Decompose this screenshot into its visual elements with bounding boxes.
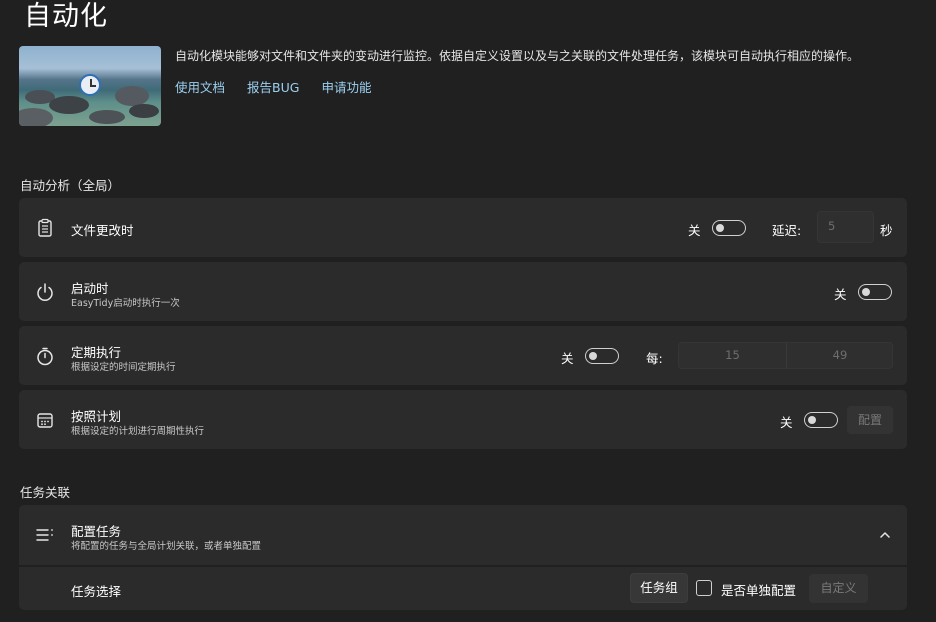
task-select-row: 任务选择 任务组 是否单独配置 自定义 [19,567,907,610]
delay-unit: 秒 [880,223,893,238]
schedule-sub: 根据设定的计划进行周期性执行 [71,426,205,437]
separate-config-checkbox[interactable] [696,580,712,596]
separate-config-label: 是否单独配置 [721,583,797,598]
report-bug-link[interactable]: 报告BUG [247,77,299,96]
schedule-toggle-state: 关 [780,415,793,430]
task-group-button[interactable]: 任务组 [630,573,688,603]
schedule-config-button[interactable]: 配置 [847,406,893,434]
schedule-toggle[interactable] [804,412,838,428]
stopwatch-icon [37,347,53,366]
periodic-toggle-state: 关 [561,351,574,366]
docs-link[interactable]: 使用文档 [175,77,225,96]
hero-description: 自动化模块能够对文件和文件夹的变动进行监控。依据自定义设置以及与之关联的文件处理… [175,49,860,63]
on-startup-toggle-state: 关 [834,287,847,302]
task-select-label: 任务选择 [71,584,122,599]
hero-links: 使用文档 报告BUG 申请功能 [175,77,371,96]
feature-request-link[interactable]: 申请功能 [321,77,371,96]
card-file-change: 文件更改时 关 延迟: 5 秒 [19,198,907,257]
power-icon [37,283,53,301]
calendar-icon [37,413,53,428]
clock-icon [79,74,101,96]
hero-image [19,46,161,126]
custom-button[interactable]: 自定义 [809,574,868,603]
file-change-toggle[interactable] [712,220,746,236]
delay-label: 延迟: [772,223,802,238]
card-on-startup: 启动时 EasyTidy启动时执行一次 关 [19,262,907,321]
chevron-up-icon[interactable] [879,529,891,541]
config-task-sub: 将配置的任务与全局计划关联，或者单独配置 [71,541,262,552]
every-label: 每: [646,351,663,366]
clipboard-icon [38,218,52,237]
file-change-toggle-state: 关 [688,223,701,238]
list-icon [36,529,53,541]
section-title-task-link: 任务关联 [20,485,71,500]
page-title: 自动化 [24,1,108,32]
periodic-toggle[interactable] [585,348,619,364]
config-task-expander[interactable]: 配置任务 将配置的任务与全局计划关联，或者单独配置 [19,505,907,565]
on-startup-toggle[interactable] [858,284,892,300]
period-input-1[interactable]: 15 [679,343,786,368]
period-input-group: 15 49 [678,342,893,369]
card-periodic: 定期执行 根据设定的时间定期执行 关 每: 15 49 [19,326,907,385]
on-startup-sub: EasyTidy启动时执行一次 [71,298,180,309]
delay-input[interactable]: 5 [817,211,874,243]
period-input-2[interactable]: 49 [787,343,893,368]
card-schedule: 按照计划 根据设定的计划进行周期性执行 关 配置 [19,390,907,449]
section-title-auto-analysis: 自动分析（全局） [20,178,121,193]
periodic-sub: 根据设定的时间定期执行 [71,362,176,373]
file-change-label: 文件更改时 [71,223,134,238]
